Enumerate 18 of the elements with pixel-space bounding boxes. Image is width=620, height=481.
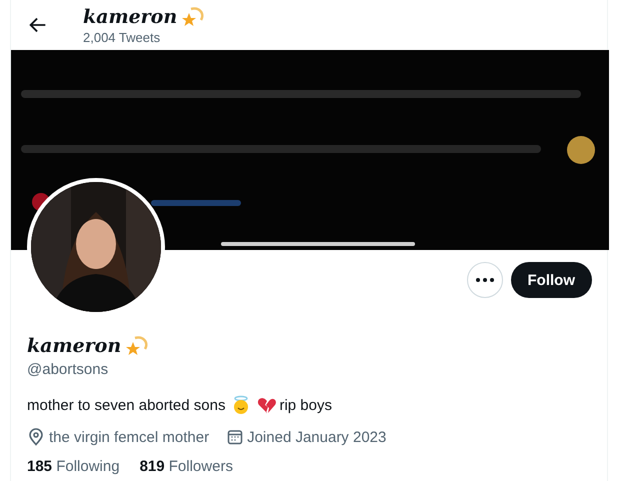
- bio-text: mother to seven aborted sons: [27, 396, 226, 414]
- calendar-icon: [227, 429, 244, 445]
- tweet-count: 2,004 Tweets: [83, 30, 162, 45]
- profile-name: kameron: [83, 6, 178, 28]
- stat-link[interactable]: 819 Followers: [140, 458, 233, 475]
- join-date: Joined January 2023: [247, 428, 386, 446]
- shooting-star-icon: [181, 5, 206, 29]
- stat-link[interactable]: 185 Following: [27, 458, 120, 475]
- location-text: the virgin femcel mother: [49, 428, 210, 446]
- shooting-star-icon: [125, 334, 150, 358]
- profile-name: kameron: [27, 335, 122, 357]
- bio-text: rip boys: [279, 396, 332, 414]
- username: @abortsons: [27, 361, 110, 378]
- more-icon: [476, 278, 494, 282]
- follow-button[interactable]: Follow: [510, 262, 592, 298]
- broken-heart-icon: [257, 396, 278, 414]
- location-pin-icon: [27, 428, 45, 446]
- more-button[interactable]: [466, 262, 502, 298]
